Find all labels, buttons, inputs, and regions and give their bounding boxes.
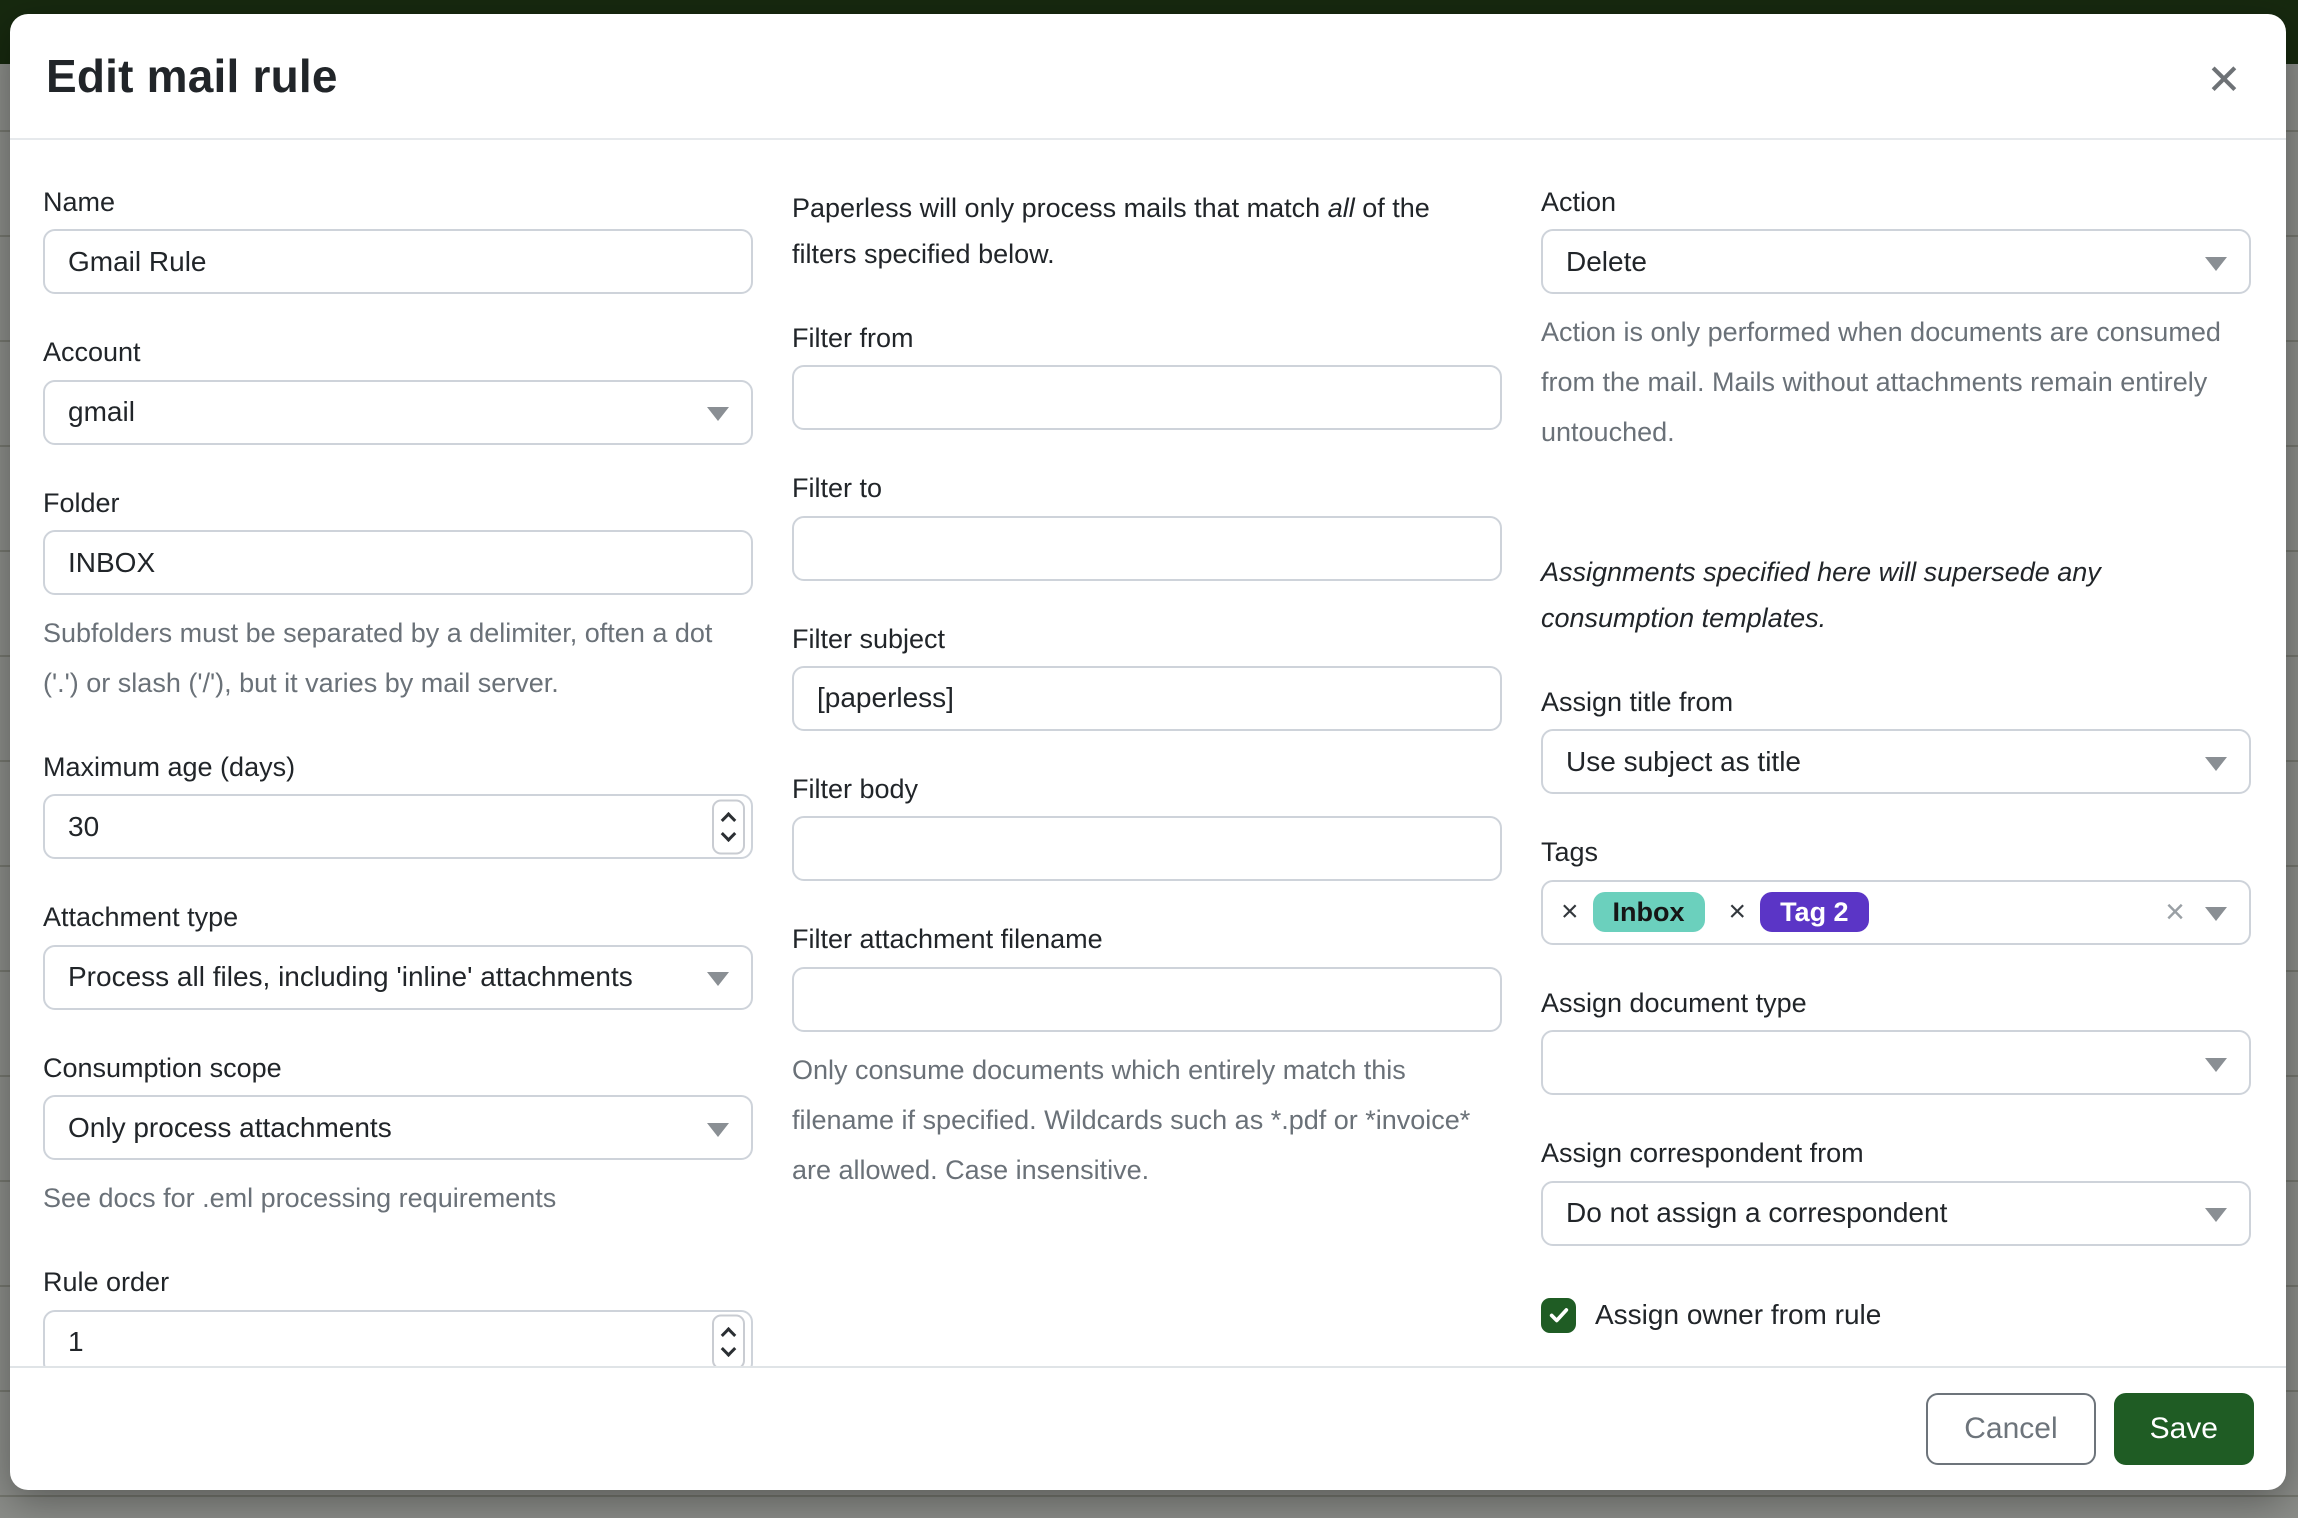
assign-document-type-select[interactable]: [1541, 1030, 2251, 1095]
filters-intro-pre: Paperless will only process mails that m…: [792, 193, 1328, 223]
filter-attachment-filename-input[interactable]: [792, 967, 1502, 1032]
assignments-note: Assignments specified here will supersed…: [1541, 550, 2251, 642]
action-label: Action: [1541, 186, 2251, 218]
filters-intro-text: Paperless will only process mails that m…: [792, 186, 1492, 278]
consumption-scope-group: Consumption scope Only process attachmen…: [43, 1052, 753, 1224]
chevron-down-icon: [707, 972, 729, 986]
stepper-down-icon: [721, 1341, 737, 1357]
filter-to-label: Filter to: [792, 472, 1502, 504]
assign-correspondent-from-select[interactable]: Do not assign a correspondent: [1541, 1181, 2251, 1246]
tag-pill-tag2: Tag 2: [1760, 892, 1869, 932]
attachment-type-select[interactable]: Process all files, including 'inline' at…: [43, 945, 753, 1010]
rule-order-stepper[interactable]: [712, 1315, 745, 1366]
name-input[interactable]: [43, 229, 753, 294]
filter-body-group: Filter body: [792, 773, 1502, 881]
assign-document-type-group: Assign document type: [1541, 987, 2251, 1095]
rule-order-input[interactable]: [43, 1310, 753, 1366]
attachment-type-group: Attachment type Process all files, inclu…: [43, 901, 753, 1009]
filter-body-label: Filter body: [792, 773, 1502, 805]
folder-group: Folder Subfolders must be separated by a…: [43, 487, 753, 709]
filter-body-input[interactable]: [792, 816, 1502, 881]
column-actions: Action Delete Action is only performed w…: [1541, 186, 2251, 1366]
close-icon[interactable]: ✕: [2202, 58, 2246, 102]
name-group: Name: [43, 186, 753, 294]
consumption-scope-select[interactable]: Only process attachments: [43, 1095, 753, 1160]
assign-document-type-label: Assign document type: [1541, 987, 2251, 1019]
dialog-footer: Cancel Save: [10, 1366, 2286, 1490]
assign-owner-row: Assign owner from rule: [1541, 1298, 2251, 1333]
rule-order-group: Rule order: [43, 1266, 753, 1366]
rule-order-label: Rule order: [43, 1266, 753, 1298]
max-age-label: Maximum age (days): [43, 751, 753, 783]
remove-tag-icon[interactable]: ×: [1561, 897, 1579, 927]
dialog-body: Name Account gmail Folder: [10, 140, 2286, 1366]
account-select[interactable]: gmail: [43, 380, 753, 445]
consumption-scope-hint: See docs for .eml processing requirement…: [43, 1174, 753, 1224]
attachment-type-label: Attachment type: [43, 901, 753, 933]
max-age-stepper[interactable]: [712, 799, 745, 854]
stepper-up-icon: [721, 812, 737, 828]
name-label: Name: [43, 186, 753, 218]
assign-owner-checkbox[interactable]: [1541, 1298, 1576, 1333]
assign-correspondent-from-group: Assign correspondent from Do not assign …: [1541, 1137, 2251, 1245]
tags-label: Tags: [1541, 836, 2251, 868]
max-age-group: Maximum age (days): [43, 751, 753, 859]
filter-attachment-filename-label: Filter attachment filename: [792, 923, 1502, 955]
assign-title-from-select[interactable]: Use subject as title: [1541, 729, 2251, 794]
filter-to-input[interactable]: [792, 516, 1502, 581]
assign-correspondent-from-label: Assign correspondent from: [1541, 1137, 2251, 1169]
chevron-down-icon: [707, 407, 729, 421]
chevron-down-icon: [2205, 257, 2227, 271]
column-general: Name Account gmail Folder: [43, 186, 753, 1366]
filter-attachment-filename-hint: Only consume documents which entirely ma…: [792, 1046, 1502, 1196]
action-group: Action Delete Action is only performed w…: [1541, 186, 2251, 458]
stepper-up-icon: [721, 1327, 737, 1343]
save-button[interactable]: Save: [2114, 1393, 2254, 1465]
assign-owner-label: Assign owner from rule: [1595, 1299, 1881, 1331]
tag-pill-inbox: Inbox: [1593, 892, 1705, 932]
folder-input[interactable]: [43, 530, 753, 595]
clear-tags-icon[interactable]: ×: [2165, 895, 2185, 929]
chevron-down-icon: [2205, 757, 2227, 771]
dialog-header: Edit mail rule ✕: [10, 14, 2286, 140]
account-group: Account gmail: [43, 336, 753, 444]
chevron-down-icon: [707, 1123, 729, 1137]
account-selected-value: gmail: [68, 396, 135, 428]
tags-select[interactable]: × Inbox × Tag 2: [1541, 880, 2251, 945]
assign-title-from-group: Assign title from Use subject as title: [1541, 686, 2251, 794]
remove-tag-icon[interactable]: ×: [1729, 897, 1747, 927]
max-age-input[interactable]: [43, 794, 753, 859]
filter-to-group: Filter to: [792, 472, 1502, 580]
consumption-scope-selected-value: Only process attachments: [68, 1112, 392, 1144]
filter-from-input[interactable]: [792, 365, 1502, 430]
filter-from-group: Filter from: [792, 322, 1502, 430]
dialog-title: Edit mail rule: [46, 49, 338, 103]
filter-from-label: Filter from: [792, 322, 1502, 354]
assign-title-from-label: Assign title from: [1541, 686, 2251, 718]
action-select[interactable]: Delete: [1541, 229, 2251, 294]
consumption-scope-label: Consumption scope: [43, 1052, 753, 1084]
chevron-down-icon: [2205, 907, 2227, 921]
filter-subject-input[interactable]: [792, 666, 1502, 731]
filter-subject-group: Filter subject: [792, 623, 1502, 731]
account-label: Account: [43, 336, 753, 368]
action-hint: Action is only performed when documents …: [1541, 308, 2251, 458]
tags-group: Tags × Inbox × Tag 2 ×: [1541, 836, 2251, 944]
folder-label: Folder: [43, 487, 753, 519]
filter-subject-label: Filter subject: [792, 623, 1502, 655]
filters-intro-emphasis: all: [1328, 193, 1355, 223]
attachment-type-selected-value: Process all files, including 'inline' at…: [68, 961, 633, 993]
folder-hint: Subfolders must be separated by a delimi…: [43, 609, 753, 709]
checkmark-icon: [1548, 1304, 1570, 1326]
assign-title-from-selected-value: Use subject as title: [1566, 746, 1801, 778]
chevron-down-icon: [2205, 1058, 2227, 1072]
edit-mail-rule-dialog: Edit mail rule ✕ Name Account gmail: [10, 14, 2286, 1490]
filter-attachment-filename-group: Filter attachment filename Only consume …: [792, 923, 1502, 1195]
column-filters: Paperless will only process mails that m…: [792, 186, 1502, 1366]
action-selected-value: Delete: [1566, 246, 1647, 278]
assign-correspondent-from-selected-value: Do not assign a correspondent: [1566, 1197, 1947, 1229]
stepper-down-icon: [721, 826, 737, 842]
chevron-down-icon: [2205, 1208, 2227, 1222]
cancel-button[interactable]: Cancel: [1926, 1393, 2095, 1465]
